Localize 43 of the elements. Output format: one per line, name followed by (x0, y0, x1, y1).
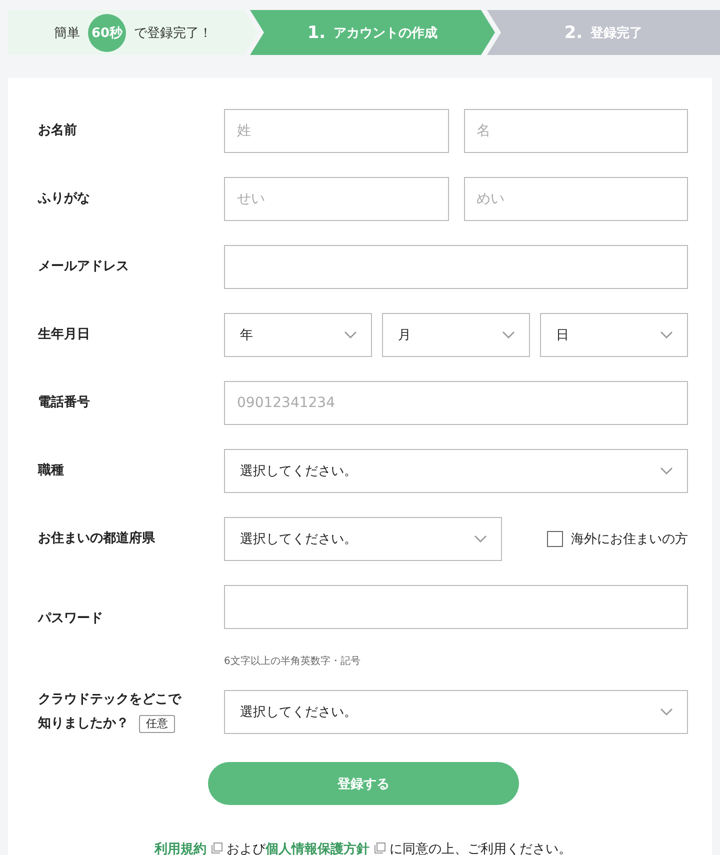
text-field[interactable]: めい (464, 177, 688, 221)
select-field[interactable]: 月 (382, 313, 530, 357)
field-label: パスワード (38, 610, 104, 628)
external-window-icon (210, 842, 222, 854)
select-field[interactable]: 年 (224, 313, 372, 357)
chevron-down-icon (660, 708, 673, 716)
field-label: 生年月日 (38, 326, 91, 344)
field-label: 職種 (38, 462, 65, 480)
step-number: 1. (307, 22, 326, 42)
time-badge: 60秒 (88, 14, 126, 52)
select-field[interactable]: 選択してください。 (224, 690, 688, 734)
consent-text: 利用規約 および個人情報保護方針 に同意の上、ご利用ください。 (153, 840, 572, 855)
optional-tag: 任意 (139, 715, 175, 733)
step-label: アカウントの作成 (334, 24, 438, 42)
field-label: 電話番号 (38, 394, 91, 412)
intro-text: で登録完了！ (134, 24, 212, 42)
select-field[interactable]: 選択してください。 (224, 517, 502, 561)
field-label: お名前 (38, 122, 78, 140)
text-field[interactable] (224, 245, 688, 289)
select-field[interactable]: 選択してください。 (224, 449, 688, 493)
chevron-down-icon (474, 535, 487, 543)
chevron-down-icon (344, 331, 357, 339)
hint-text: 6文字以上の半角英数字・記号 (224, 654, 362, 668)
chevron-down-icon (502, 331, 515, 339)
chevron-down-icon (660, 331, 673, 339)
text-field[interactable]: 09012341234 (224, 381, 688, 425)
field-label: メールアドレス (38, 258, 130, 276)
field-label: クラウドテックをどこで知りましたか？ 任意 (38, 691, 182, 735)
policy-link[interactable]: 利用規約 (154, 842, 206, 855)
text-field[interactable]: 姓 (224, 109, 448, 153)
select-field[interactable]: 日 (540, 313, 688, 357)
text-field[interactable]: 名 (464, 109, 688, 153)
field-label: ふりがな (38, 190, 91, 208)
policy-link[interactable]: 個人情報保護方針 (266, 842, 370, 855)
chevron-down-icon (660, 467, 673, 475)
password-field[interactable] (224, 585, 688, 629)
step-label: 登録完了 (590, 24, 643, 42)
overseas-checkbox[interactable]: 海外にお住まいの方 (547, 530, 688, 548)
external-window-icon (374, 842, 386, 854)
step-number: 2. (564, 22, 583, 42)
text-field[interactable]: せい (224, 177, 448, 221)
intro-text: 簡単 (54, 24, 80, 42)
field-label: お住まいの都道府県 (38, 530, 156, 548)
